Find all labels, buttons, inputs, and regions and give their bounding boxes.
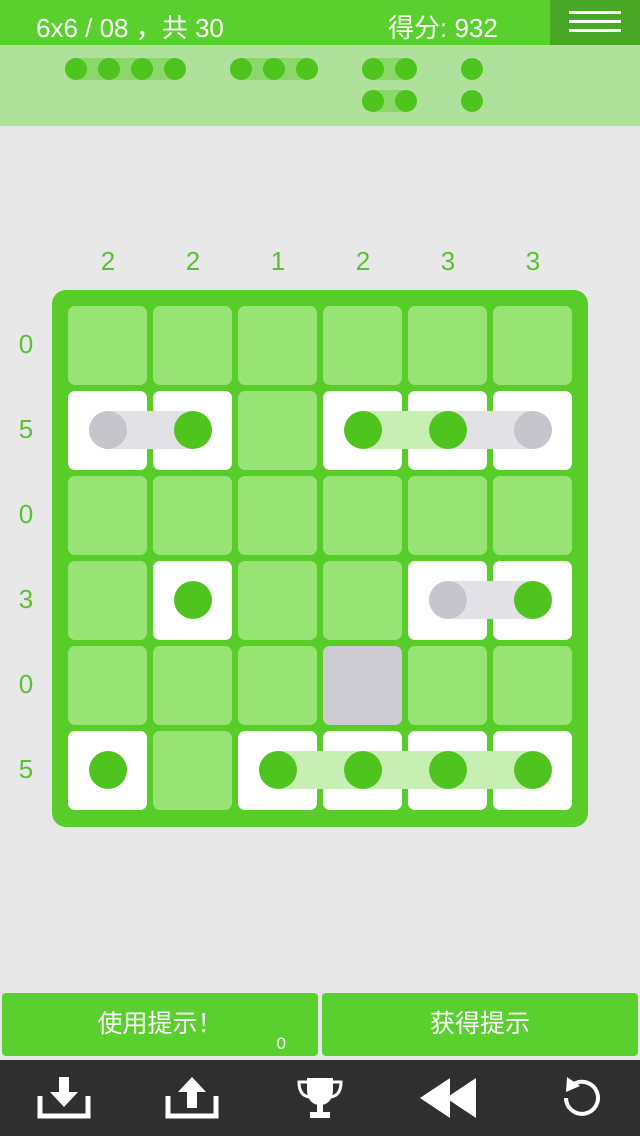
get-hints-button[interactable]: 获得提示 bbox=[322, 993, 638, 1056]
upload-icon[interactable] bbox=[162, 1074, 222, 1122]
column-clue: 3 bbox=[525, 246, 541, 276]
grid-cell-unknown[interactable] bbox=[153, 646, 232, 725]
grid-cell-ship[interactable] bbox=[238, 731, 317, 810]
rewind-icon[interactable] bbox=[418, 1074, 482, 1122]
top-bar: 6x6 / 08 ，共 30 得分: 932 bbox=[0, 0, 640, 45]
grid-cell-ship[interactable] bbox=[323, 731, 402, 810]
row-clue: 3 bbox=[18, 584, 34, 614]
puzzle-board bbox=[52, 290, 588, 827]
use-hint-label: 使用提示！ bbox=[97, 1010, 223, 1038]
row-clue: 0 bbox=[18, 499, 34, 529]
ship-segment bbox=[259, 751, 297, 789]
grid-cell-ship[interactable] bbox=[153, 391, 232, 470]
hint-count-badge: 0 bbox=[276, 1034, 286, 1053]
ship-segment bbox=[429, 411, 467, 449]
grid-cell-ship[interactable] bbox=[408, 391, 487, 470]
level-indicator: 6x6 / 08 ，共 30 bbox=[36, 13, 224, 43]
row-clue: 0 bbox=[18, 329, 34, 359]
grid-cell-unknown[interactable] bbox=[68, 306, 147, 385]
ship-segment bbox=[174, 581, 212, 619]
grid-cell-unknown[interactable] bbox=[323, 476, 402, 555]
ship-segment bbox=[89, 751, 127, 789]
grid-cell-ship-unconfirmed[interactable] bbox=[68, 391, 147, 470]
column-clue: 3 bbox=[440, 246, 456, 276]
grid-cell-unknown[interactable] bbox=[238, 476, 317, 555]
get-hints-label: 获得提示 bbox=[429, 1010, 530, 1038]
grid-cell-ship[interactable] bbox=[323, 391, 402, 470]
grid-cell-unknown[interactable] bbox=[323, 561, 402, 640]
grid-cell-unknown[interactable] bbox=[408, 476, 487, 555]
grid-cell-unknown[interactable] bbox=[323, 306, 402, 385]
undo-icon[interactable] bbox=[552, 1074, 612, 1122]
grid-cell-ship[interactable] bbox=[408, 731, 487, 810]
grid-cell-ship-unconfirmed[interactable] bbox=[493, 391, 572, 470]
grid-cell-unknown[interactable] bbox=[153, 731, 232, 810]
ship-segment bbox=[344, 411, 382, 449]
ship-segment-unconfirmed bbox=[514, 411, 552, 449]
grid-cell-unknown[interactable] bbox=[408, 306, 487, 385]
grid-cell-water[interactable] bbox=[323, 646, 402, 725]
grid-cell-unknown[interactable] bbox=[238, 646, 317, 725]
bottom-toolbar bbox=[0, 1060, 640, 1136]
fleet-panel bbox=[0, 45, 640, 126]
grid-cell-unknown[interactable] bbox=[493, 646, 572, 725]
trophy-icon[interactable] bbox=[290, 1074, 350, 1122]
grid-cell-unknown[interactable] bbox=[493, 306, 572, 385]
ship-segment-unconfirmed bbox=[429, 581, 467, 619]
grid-cell-ship[interactable] bbox=[493, 561, 572, 640]
grid-cell-unknown[interactable] bbox=[493, 476, 572, 555]
use-hint-button[interactable]: 使用提示！ 0 bbox=[2, 993, 318, 1056]
grid-cell-ship[interactable] bbox=[153, 561, 232, 640]
grid-cell-unknown[interactable] bbox=[238, 391, 317, 470]
grid-cell-unknown[interactable] bbox=[68, 476, 147, 555]
grid-cell-unknown[interactable] bbox=[238, 561, 317, 640]
ship-segment bbox=[344, 751, 382, 789]
grid-cell-unknown[interactable] bbox=[153, 306, 232, 385]
download-icon[interactable] bbox=[34, 1074, 94, 1122]
grid-cell-unknown[interactable] bbox=[408, 646, 487, 725]
row-clue: 5 bbox=[18, 754, 34, 784]
ship-segment-unconfirmed bbox=[89, 411, 127, 449]
column-clue: 1 bbox=[270, 246, 286, 276]
ship-segment bbox=[514, 751, 552, 789]
score-display: 得分: 932 bbox=[388, 13, 498, 43]
grid-cell-unknown[interactable] bbox=[238, 306, 317, 385]
ship-segment bbox=[429, 751, 467, 789]
grid-cell-unknown[interactable] bbox=[68, 561, 147, 640]
column-clue: 2 bbox=[355, 246, 371, 276]
grid-cell-ship-unconfirmed[interactable] bbox=[408, 561, 487, 640]
grid-cell-ship[interactable] bbox=[68, 731, 147, 810]
column-clue: 2 bbox=[100, 246, 116, 276]
grid-cell-ship[interactable] bbox=[493, 731, 572, 810]
column-clue: 2 bbox=[185, 246, 201, 276]
ship-segment bbox=[174, 411, 212, 449]
grid-cell-unknown[interactable] bbox=[68, 646, 147, 725]
row-clue: 5 bbox=[18, 414, 34, 444]
grid-cell-unknown[interactable] bbox=[153, 476, 232, 555]
menu-button[interactable] bbox=[550, 0, 640, 45]
row-clue: 0 bbox=[18, 669, 34, 699]
ship-segment bbox=[514, 581, 552, 619]
